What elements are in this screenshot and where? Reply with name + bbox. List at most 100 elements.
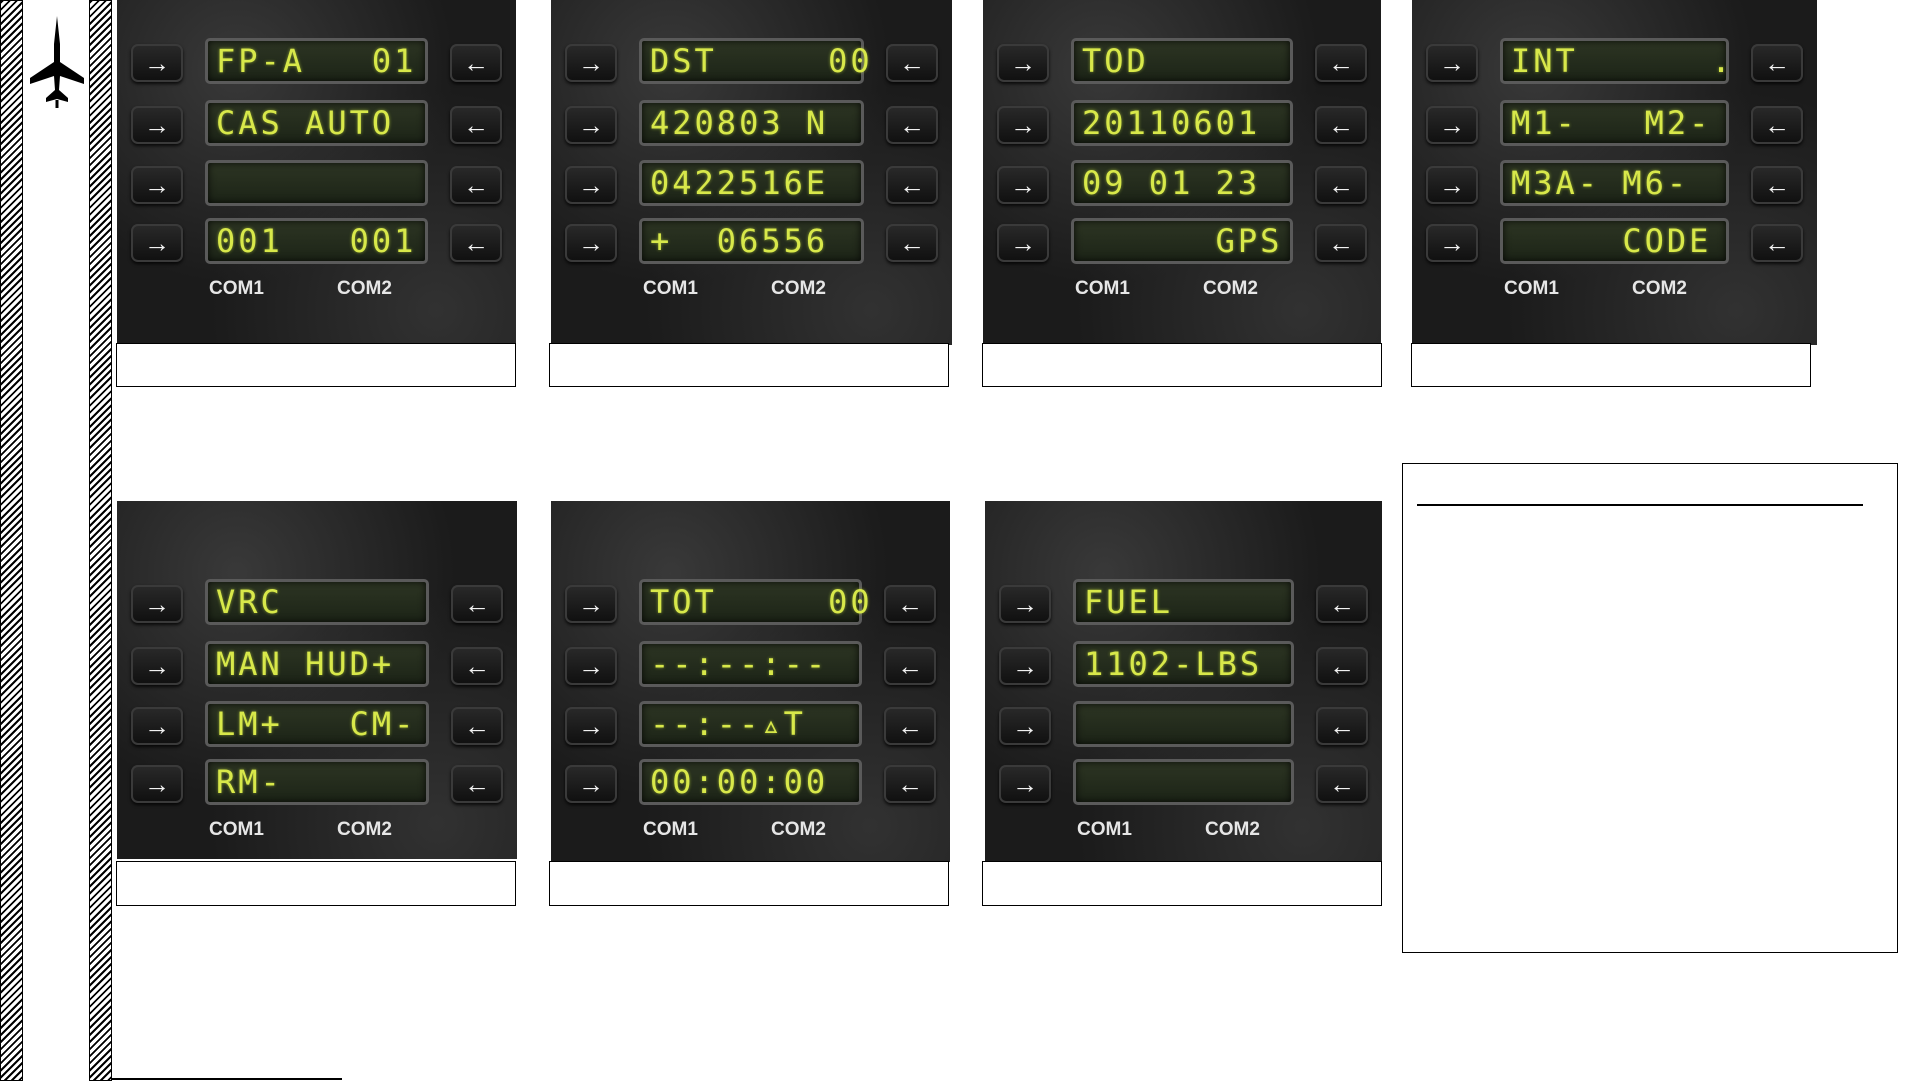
left-select-button[interactable]: → xyxy=(1426,224,1478,262)
lcd-display-line xyxy=(1073,701,1294,747)
left-select-button[interactable]: → xyxy=(999,765,1051,803)
right-select-button[interactable]: ← xyxy=(886,166,938,204)
right-select-button[interactable]: ← xyxy=(1315,44,1367,82)
ufc-row: → 420803 N ← xyxy=(551,98,952,158)
right-select-button[interactable]: ← xyxy=(884,707,936,745)
lcd-display-line: 20110601 xyxy=(1071,100,1293,146)
com2-label: COM2 xyxy=(337,278,392,299)
right-select-button[interactable]: ← xyxy=(1751,44,1803,82)
left-select-button[interactable]: → xyxy=(565,585,617,623)
ufc-row: → 001 001 ← xyxy=(117,216,516,276)
left-select-button[interactable]: → xyxy=(131,647,183,685)
left-select-button[interactable]: → xyxy=(1426,44,1478,82)
ufc-row: → 20110601 ← xyxy=(983,98,1381,158)
right-select-button[interactable]: ← xyxy=(451,765,503,803)
caption-box xyxy=(982,343,1382,387)
left-select-button[interactable]: → xyxy=(1426,166,1478,204)
panel-vrc-display: → VRC ← → MAN HUD+ ← → LM+ CM- ← → RM- ← COM1 COM2 xyxy=(117,501,517,859)
left-select-button[interactable]: → xyxy=(997,106,1049,144)
left-select-button[interactable]: → xyxy=(131,224,183,262)
ufc-row: → TOD ← xyxy=(983,36,1381,96)
lcd-display-line: 1102-LBS xyxy=(1073,641,1294,687)
left-select-button[interactable]: → xyxy=(565,765,617,803)
lcd-display-line: GPS xyxy=(1071,218,1293,264)
ufc-row: → FUEL ← xyxy=(985,577,1382,637)
lcd-display-line: --:--:-- xyxy=(639,641,862,687)
ufc-row: → INT . ← xyxy=(1412,36,1817,96)
lcd-display-line: --:--▵T xyxy=(639,701,862,747)
lcd-display-line: INT . xyxy=(1500,38,1731,84)
ufc-row: → M3A- M6- ← xyxy=(1412,158,1817,218)
right-select-button[interactable]: ← xyxy=(884,585,936,623)
ufc-row: → FP-A 01 ← xyxy=(117,36,516,96)
lcd-display-line: FUEL xyxy=(1073,579,1294,625)
left-select-button[interactable]: → xyxy=(131,106,183,144)
left-select-button[interactable]: → xyxy=(131,707,183,745)
ufc-row: → --:--▵T ← xyxy=(551,699,950,759)
left-select-button[interactable]: → xyxy=(131,44,183,82)
ufc-row: → VRC ← xyxy=(117,577,517,637)
right-select-button[interactable]: ← xyxy=(1315,224,1367,262)
com1-label: COM1 xyxy=(643,278,698,299)
left-select-button[interactable]: → xyxy=(999,585,1051,623)
left-select-button[interactable]: → xyxy=(131,765,183,803)
left-select-button[interactable]: → xyxy=(131,166,183,204)
right-select-button[interactable]: ← xyxy=(1751,166,1803,204)
panel-fuel: → FUEL ← → 1102-LBS ← → ← → ← COM1 COM2 xyxy=(985,501,1382,863)
ufc-row: → GPS ← xyxy=(983,216,1381,276)
right-select-button[interactable]: ← xyxy=(450,106,502,144)
left-select-button[interactable]: → xyxy=(999,707,1051,745)
left-select-button[interactable]: → xyxy=(565,647,617,685)
ufc-row: → LM+ CM- ← xyxy=(117,699,517,759)
left-select-button[interactable]: → xyxy=(565,44,617,82)
right-select-button[interactable]: ← xyxy=(451,585,503,623)
right-select-button[interactable]: ← xyxy=(450,44,502,82)
left-select-button[interactable]: → xyxy=(565,707,617,745)
footer-rule xyxy=(112,1078,342,1080)
right-select-button[interactable]: ← xyxy=(1316,647,1368,685)
panel-destination: → DST 00 ← → 420803 N ← → 0422516E ← → + 06556 ← COM… xyxy=(551,0,952,345)
com1-label: COM1 xyxy=(1077,819,1132,840)
right-select-button[interactable]: ← xyxy=(1316,765,1368,803)
right-select-button[interactable]: ← xyxy=(451,707,503,745)
com2-label: COM2 xyxy=(1205,819,1260,840)
left-select-button[interactable]: → xyxy=(565,224,617,262)
right-select-button[interactable]: ← xyxy=(1751,224,1803,262)
left-select-button[interactable]: → xyxy=(997,44,1049,82)
right-select-button[interactable]: ← xyxy=(451,647,503,685)
lcd-display-line: FP-A 01 xyxy=(205,38,428,84)
panel-time-of-day: → TOD ← → 20110601 ← → 09 01 23 ← → GPS ← COM1 COM2 xyxy=(983,0,1381,345)
com1-label: COM1 xyxy=(643,819,698,840)
left-select-button[interactable]: → xyxy=(131,585,183,623)
right-select-button[interactable]: ← xyxy=(884,647,936,685)
right-select-button[interactable]: ← xyxy=(1315,106,1367,144)
com1-label: COM1 xyxy=(1075,278,1130,299)
right-select-button[interactable]: ← xyxy=(886,106,938,144)
left-select-button[interactable]: → xyxy=(565,106,617,144)
com2-label: COM2 xyxy=(1203,278,1258,299)
left-select-button[interactable]: → xyxy=(997,166,1049,204)
left-select-button[interactable]: → xyxy=(997,224,1049,262)
right-select-button[interactable]: ← xyxy=(884,765,936,803)
left-select-button[interactable]: → xyxy=(565,166,617,204)
caption-box xyxy=(1411,343,1811,387)
right-select-button[interactable]: ← xyxy=(886,44,938,82)
left-select-button[interactable]: → xyxy=(1426,106,1478,144)
ufc-row: → 1102-LBS ← xyxy=(985,639,1382,699)
lcd-display-line: M3A- M6- xyxy=(1500,160,1729,206)
right-select-button[interactable]: ← xyxy=(450,224,502,262)
lcd-display-line: VRC xyxy=(205,579,429,625)
panel-time-on-target: → TOT 00 ← → --:--:-- ← → --:--▵T ← → 00:00:00 ← COM… xyxy=(551,501,950,862)
right-select-button[interactable]: ← xyxy=(1315,166,1367,204)
right-select-button[interactable]: ← xyxy=(886,224,938,262)
right-select-button[interactable]: ← xyxy=(1316,707,1368,745)
right-select-button[interactable]: ← xyxy=(450,166,502,204)
notes-heading-rule xyxy=(1417,504,1863,506)
right-select-button[interactable]: ← xyxy=(1751,106,1803,144)
ufc-row: → --:--:-- ← xyxy=(551,639,950,699)
left-select-button[interactable]: → xyxy=(999,647,1051,685)
caption-box xyxy=(549,861,949,906)
right-select-button[interactable]: ← xyxy=(1316,585,1368,623)
ufc-row: → ← xyxy=(985,699,1382,759)
com1-label: COM1 xyxy=(209,819,264,840)
